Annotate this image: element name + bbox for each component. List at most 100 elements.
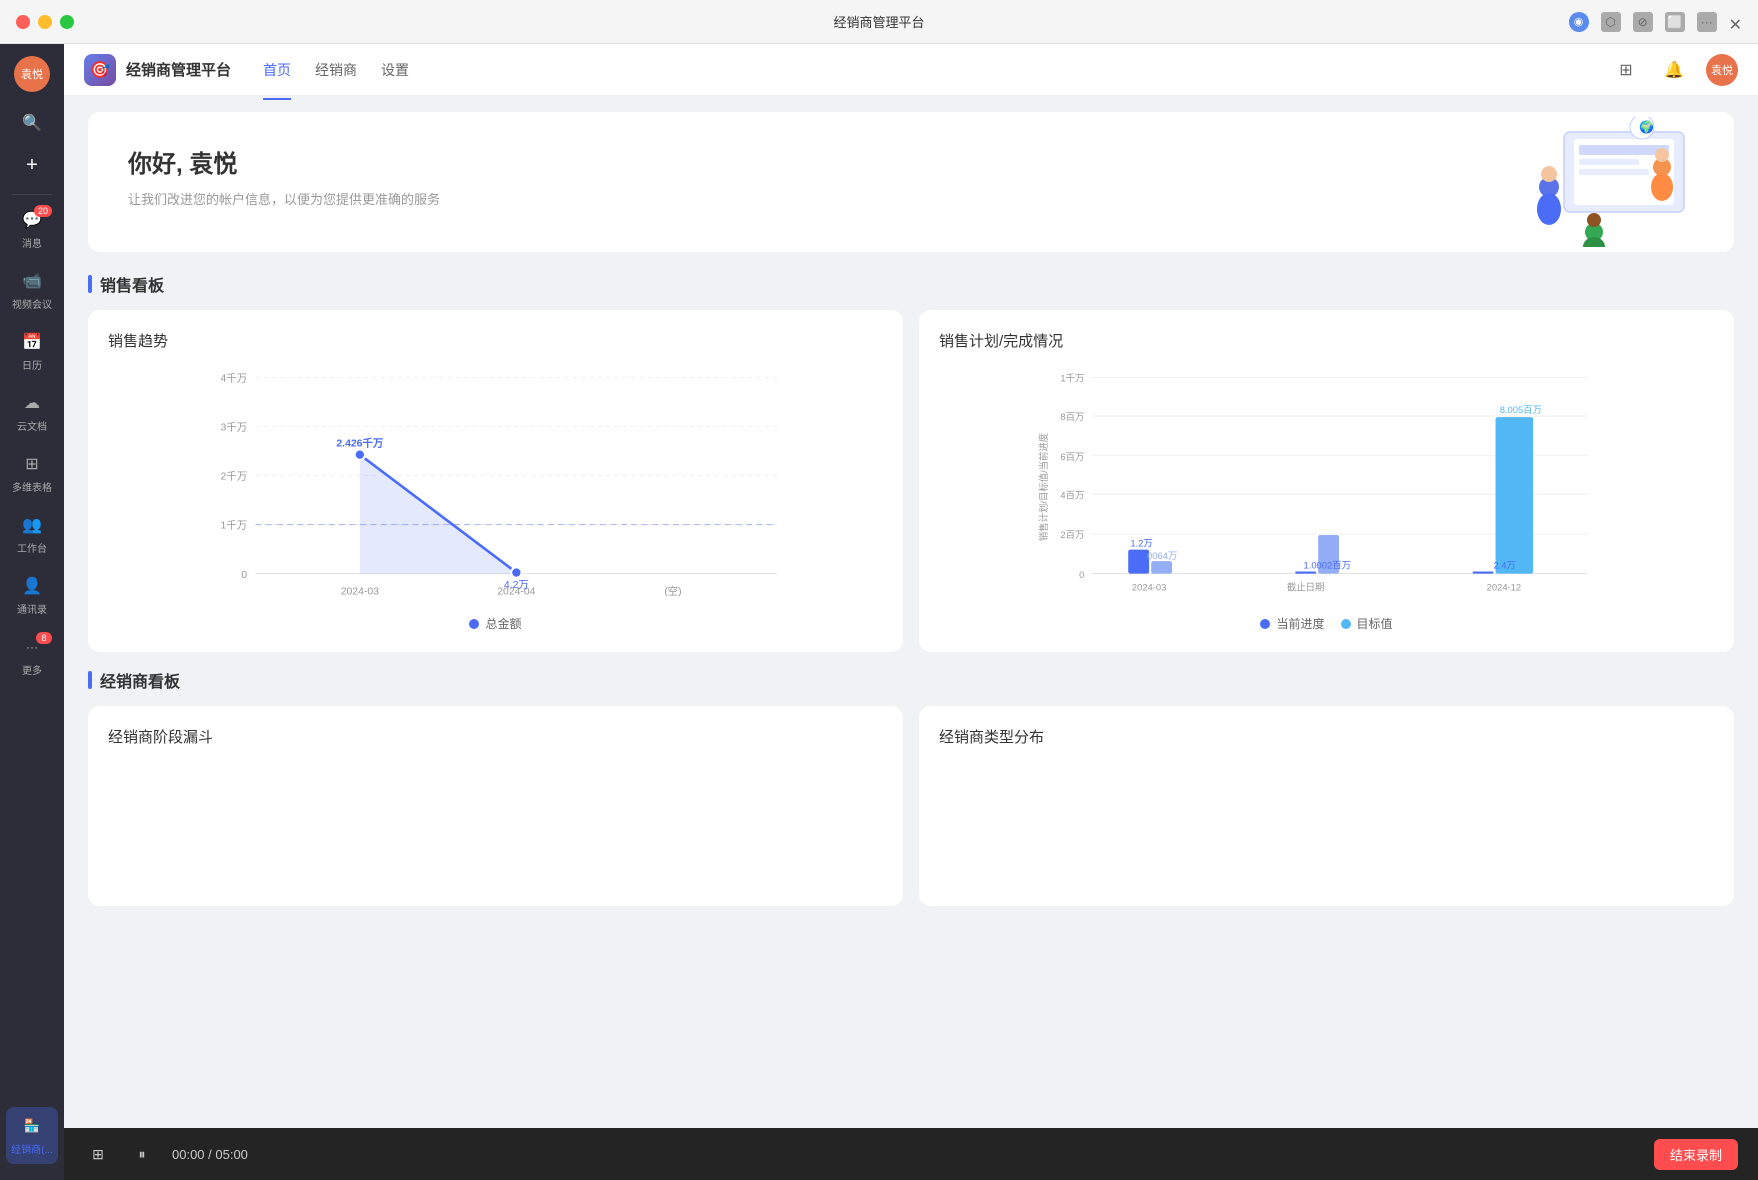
sidebar-item-cloud[interactable]: ☁ 云文档	[6, 384, 58, 441]
bottom-grid-icon[interactable]: ⊞	[84, 1140, 112, 1168]
topnav: 🎯 经销商管理平台 首页 经销商 设置 ⊞ 🔔 袁悦	[64, 44, 1758, 96]
svg-text:1.2万: 1.2万	[1130, 537, 1152, 548]
titlebar-icon-2[interactable]: ⬡	[1601, 12, 1621, 32]
brand: 🎯 经销商管理平台	[84, 54, 231, 86]
cloud-icon: ☁	[21, 392, 43, 414]
titlebar-right-icons: ◉ ⬡ ⊘ ⬜ ··· ✕	[1569, 12, 1742, 32]
sidebar-label-table: 多维表格	[12, 479, 52, 494]
minimize-button[interactable]	[38, 15, 52, 29]
welcome-card: 你好, 袁悦 让我们改进您的帐户信息，以便为您提供更准确的服务 �	[88, 112, 1734, 252]
nav-item-dealer[interactable]: 经销商	[315, 56, 357, 84]
welcome-subtitle: 让我们改进您的帐户信息，以便为您提供更准确的服务	[128, 189, 1694, 208]
sidebar-item-messages[interactable]: 20 💬 消息	[6, 201, 58, 258]
welcome-title: 你好, 袁悦	[128, 144, 1694, 179]
grid-icon-btn[interactable]: ⊞	[1610, 54, 1642, 86]
sidebar-label-calendar: 日历	[22, 357, 42, 372]
topnav-right: ⊞ 🔔 袁悦	[1610, 54, 1738, 86]
trend-chart-area: 4千万 3千万 2千万 1千万 0 2024-03 2024-04 (空)	[108, 367, 883, 607]
plan-chart-area: 销售计划/目标值/当前进度 1千万 8百万 6百万	[939, 367, 1714, 607]
type-title: 经销商类型分布	[939, 726, 1714, 747]
bottom-row: 经销商阶段漏斗 经销商类型分布	[88, 706, 1734, 906]
dealer-funnel-card: 经销商阶段漏斗	[88, 706, 903, 906]
sidebar-item-workspace[interactable]: 👥 工作台	[6, 506, 58, 563]
svg-text:1千万: 1千万	[221, 520, 248, 532]
brand-name: 经销商管理平台	[126, 59, 231, 80]
svg-text:2.426千万: 2.426千万	[336, 436, 383, 449]
funnel-title: 经销商阶段漏斗	[108, 726, 883, 747]
sidebar-item-contacts[interactable]: 👤 通讯录	[6, 567, 58, 624]
titlebar-dots[interactable]: ···	[1697, 12, 1717, 32]
svg-text:2024-12: 2024-12	[1487, 581, 1521, 592]
nav-item-home[interactable]: 首页	[263, 56, 291, 84]
workspace-icon: 👥	[21, 514, 43, 536]
svg-text:1.0002百万: 1.0002百万	[1304, 559, 1351, 570]
svg-text:1千万: 1千万	[1060, 373, 1084, 384]
svg-text:2024-03: 2024-03	[1132, 581, 1166, 592]
sidebar-label-contacts: 通讯录	[17, 601, 47, 616]
sidebar-item-more[interactable]: 8 ··· 更多	[6, 628, 58, 685]
app-body: 袁悦 🔍 + 20 💬 消息 📹 视频会议 📅 日历 ☁ 云文档 ⊞	[0, 44, 1758, 1180]
titlebar-icon-3[interactable]: ⊘	[1633, 12, 1653, 32]
bottom-bar-left: ⊞ ⏸ 00:00 / 05:00	[84, 1140, 248, 1168]
bottom-pause-icon[interactable]: ⏸	[128, 1140, 156, 1168]
sidebar-divider-1	[12, 194, 52, 195]
sidebar-label-workspace: 工作台	[17, 540, 47, 555]
svg-text:🌍: 🌍	[1639, 120, 1654, 134]
nav-item-settings[interactable]: 设置	[381, 56, 409, 84]
svg-text:0: 0	[1079, 569, 1084, 580]
legend-total: 总金额	[469, 615, 521, 632]
end-recording-button[interactable]: 结束录制	[1654, 1139, 1738, 1170]
svg-text:2百万: 2百万	[1060, 529, 1084, 540]
bottom-timer: 00:00 / 05:00	[172, 1147, 248, 1162]
svg-text:2024-03: 2024-03	[341, 586, 379, 597]
close-button[interactable]	[16, 15, 30, 29]
dealer-type-card: 经销商类型分布	[919, 706, 1734, 906]
sidebar-label-dealer: 经销商(...	[11, 1141, 53, 1156]
svg-text:(空): (空)	[664, 584, 681, 597]
svg-text:8.005百万: 8.005百万	[1500, 404, 1542, 415]
legend-dot-current	[1260, 619, 1270, 629]
titlebar-icon-4[interactable]: ⬜	[1665, 12, 1685, 32]
search-icon: 🔍	[21, 112, 43, 134]
sidebar-item-add[interactable]: +	[6, 146, 58, 184]
sidebar-label-messages: 消息	[22, 235, 42, 250]
window-controls[interactable]	[16, 15, 74, 29]
topnav-user-avatar[interactable]: 袁悦	[1706, 54, 1738, 86]
brand-icon: 🎯	[84, 54, 116, 86]
sidebar-item-calendar[interactable]: 📅 日历	[6, 323, 58, 380]
plan-legend: 当前进度 目标值	[939, 615, 1714, 632]
welcome-illustration: 🌍	[1494, 117, 1694, 247]
titlebar-close-x[interactable]: ✕	[1729, 15, 1742, 29]
svg-text:0: 0	[241, 570, 247, 581]
messages-badge: 20	[34, 205, 52, 217]
svg-text:0064万: 0064万	[1147, 550, 1177, 561]
calendar-icon: 📅	[21, 331, 43, 353]
sidebar-item-video[interactable]: 📹 视频会议	[6, 262, 58, 319]
sidebar-label-video: 视频会议	[12, 296, 52, 311]
sidebar-item-dealer[interactable]: 🏪 经销商(...	[6, 1107, 58, 1164]
dealer-icon: 🏪	[21, 1115, 43, 1137]
sidebar-item-table[interactable]: ⊞ 多维表格	[6, 445, 58, 502]
legend-target: 目标值	[1341, 615, 1393, 632]
svg-text:4千万: 4千万	[221, 373, 248, 385]
bell-icon-btn[interactable]: 🔔	[1658, 54, 1690, 86]
svg-text:截止日期: 截止日期	[1287, 581, 1325, 592]
maximize-button[interactable]	[60, 15, 74, 29]
titlebar: 经销商管理平台 ◉ ⬡ ⊘ ⬜ ··· ✕	[0, 0, 1758, 44]
bottom-bar: ⊞ ⏸ 00:00 / 05:00 结束录制	[64, 1128, 1758, 1180]
trend-legend: 总金额	[108, 615, 883, 632]
add-icon: +	[21, 154, 43, 176]
video-icon: 📹	[21, 270, 43, 292]
legend-dot-target	[1341, 619, 1351, 629]
app-content: 🎯 经销商管理平台 首页 经销商 设置 ⊞ 🔔 袁悦 你好, 袁悦 让我们改进您	[64, 44, 1758, 1180]
plan-chart-title: 销售计划/完成情况	[939, 330, 1714, 351]
titlebar-icon-1[interactable]: ◉	[1569, 12, 1589, 32]
svg-text:4.2万: 4.2万	[504, 580, 529, 591]
sidebar-item-search[interactable]: 🔍	[6, 104, 58, 142]
legend-dot-total	[469, 619, 479, 629]
charts-row: 销售趋势 4千万 3千万 2千万	[88, 310, 1734, 652]
sidebar-label-more: 更多	[22, 662, 42, 677]
svg-text:6百万: 6百万	[1060, 451, 1084, 462]
window-title: 经销商管理平台	[833, 12, 924, 31]
sidebar-user-avatar[interactable]: 袁悦	[14, 56, 50, 92]
